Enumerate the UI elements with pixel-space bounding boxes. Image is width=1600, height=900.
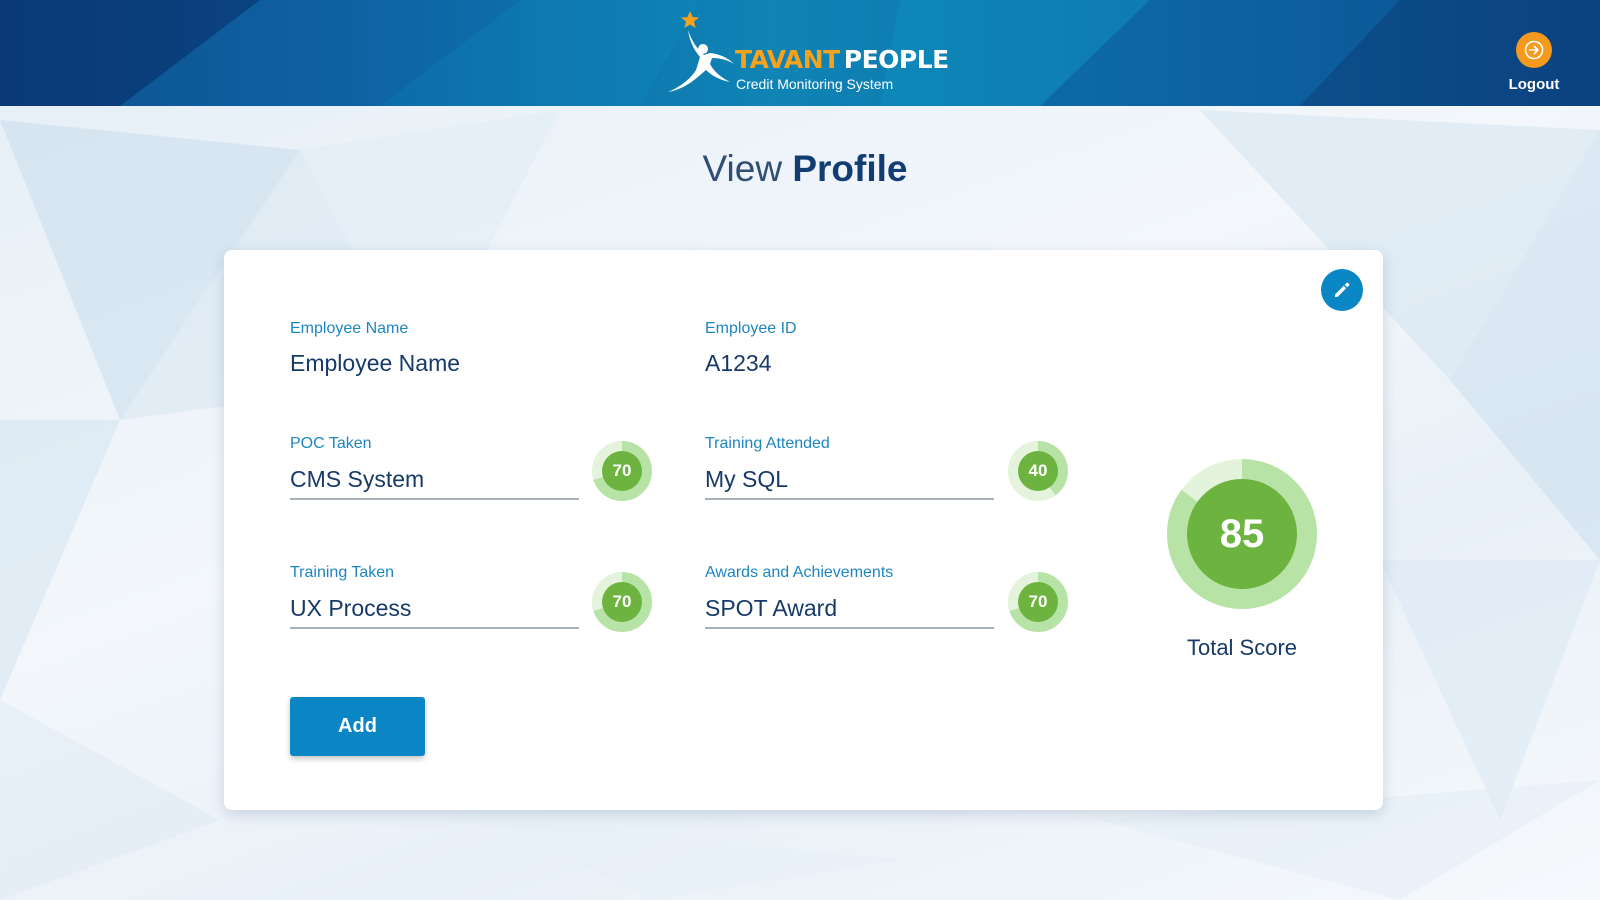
awards-value: SPOT Award <box>705 595 838 621</box>
awards-input[interactable]: SPOT Award <box>705 593 994 629</box>
brand-name-part2: PEOPLE <box>843 45 949 74</box>
poc-taken-input[interactable]: CMS System <box>290 464 579 500</box>
logout-arrow-icon <box>1516 32 1552 68</box>
poc-taken-score: 70 <box>591 440 653 502</box>
training-attended-label: Training Attended <box>705 435 830 452</box>
profile-card: Employee Name Employee Name Employee ID … <box>224 250 1383 810</box>
training-attended-score-value: 40 <box>1028 461 1048 480</box>
page-title-bold: Profile <box>792 148 908 189</box>
training-taken-label: Training Taken <box>290 564 395 581</box>
logout-button[interactable]: Logout <box>1500 32 1568 96</box>
page-title-light: View <box>702 148 783 189</box>
employee-name-field: Employee Name Employee Name <box>290 320 460 377</box>
total-score-label: Total Score <box>1186 635 1298 660</box>
training-attended-score: 40 <box>1007 440 1069 502</box>
poc-taken-score-value: 70 <box>612 461 632 480</box>
training-taken-field: Training Taken UX Process <box>290 564 579 629</box>
app-header: TAVANT PEOPLE Credit Monitoring System Lo… <box>0 0 1600 106</box>
employee-id-field: Employee ID A1234 <box>705 320 797 377</box>
logout-label: Logout <box>1508 76 1560 93</box>
poc-taken-label: POC Taken <box>290 435 372 452</box>
brand-subtitle: Credit Monitoring System <box>736 76 894 92</box>
employee-id-label: Employee ID <box>705 320 797 337</box>
brand-name-part1: TAVANT <box>735 45 840 74</box>
total-score-value: 85 <box>1219 511 1265 556</box>
awards-score-value: 70 <box>1028 592 1048 611</box>
total-score-ring: 85 <box>1166 458 1318 610</box>
pencil-icon <box>1335 282 1350 297</box>
training-attended-value: My SQL <box>705 466 789 492</box>
training-taken-value: UX Process <box>290 595 412 621</box>
add-button[interactable]: Add <box>290 697 425 756</box>
awards-score: 70 <box>1007 571 1069 633</box>
awards-field: Awards and Achievements SPOT Award <box>705 564 994 629</box>
brand-logo[interactable]: TAVANT PEOPLE Credit Monitoring System <box>666 8 956 98</box>
awards-label: Awards and Achievements <box>705 564 894 581</box>
star-person-icon <box>668 11 734 92</box>
poc-taken-field: POC Taken CMS System <box>290 435 579 500</box>
training-taken-score: 70 <box>591 571 653 633</box>
training-attended-input[interactable]: My SQL <box>705 464 994 500</box>
employee-name-label: Employee Name <box>290 320 409 337</box>
training-taken-score-value: 70 <box>612 592 632 611</box>
edit-profile-button[interactable] <box>1321 269 1363 311</box>
employee-name-value: Employee Name <box>290 350 461 376</box>
training-attended-field: Training Attended My SQL <box>705 435 994 500</box>
page-title: View Profile <box>0 148 1600 190</box>
poc-taken-value: CMS System <box>290 466 425 492</box>
employee-id-value: A1234 <box>705 350 772 376</box>
training-taken-input[interactable]: UX Process <box>290 593 579 629</box>
brand-name: TAVANT PEOPLE <box>735 45 949 74</box>
